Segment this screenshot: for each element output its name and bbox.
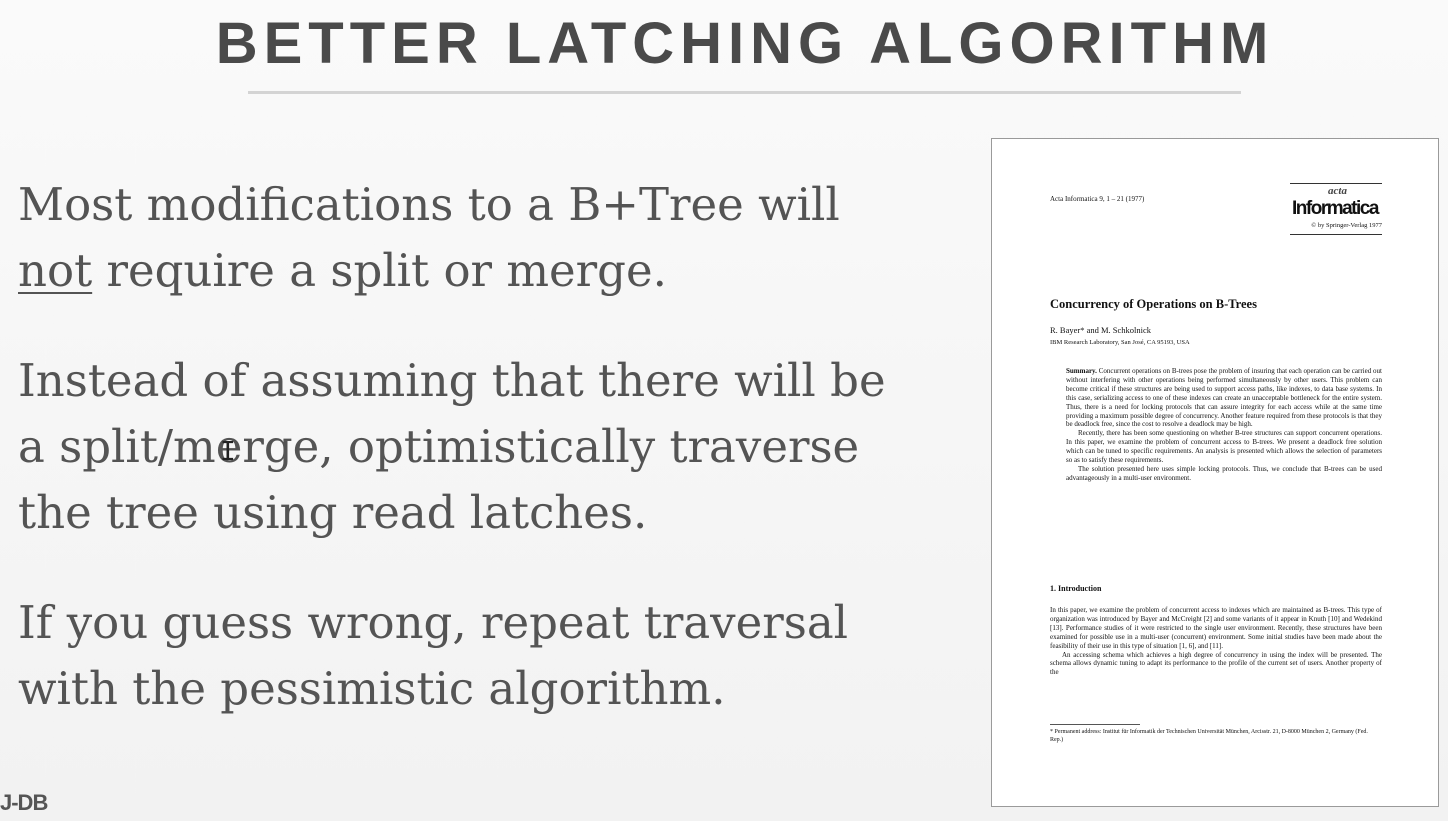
paper-section-heading: 1. Introduction bbox=[1050, 584, 1102, 593]
footnote-divider bbox=[1050, 724, 1140, 725]
bullet-paragraph-1: Most modifications to a B+Tree will not r… bbox=[18, 172, 898, 304]
journal-logo: acta Informatica © by Springer-Verlag 19… bbox=[1290, 183, 1382, 235]
bullet-paragraph-3: If you guess wrong, repeat traversal wit… bbox=[18, 596, 849, 715]
bullet-paragraph-2: Instead of assuming that there will be a… bbox=[18, 354, 886, 539]
paper-footnote: * Permanent address: Institut für Inform… bbox=[1050, 729, 1368, 743]
paragraph-1-text: Most modifications to a B+Tree will bbox=[18, 178, 840, 231]
paper-authors: R. Bayer* and M. Schkolnick bbox=[1050, 325, 1152, 335]
summary-label: Summary. bbox=[1066, 367, 1097, 375]
slide-title: BETTER LATCHING ALGORITHM bbox=[215, 11, 1275, 76]
underlined-not: not bbox=[18, 244, 93, 297]
title-divider bbox=[248, 91, 1241, 94]
paper-affiliation: IBM Research Laboratory, San José, CA 95… bbox=[1050, 339, 1190, 346]
paragraph-1-rest: require a split or merge. bbox=[92, 244, 667, 297]
paper-thumbnail: Acta Informatica 9, 1 – 21 (1977) acta I… bbox=[991, 138, 1439, 807]
intro-paragraph-1: In this paper, we examine the problem of… bbox=[1050, 606, 1382, 650]
paper-title: Concurrency of Operations on B-Trees bbox=[1050, 297, 1257, 311]
paper-copyright: © by Springer-Verlag 1977 bbox=[1311, 222, 1382, 229]
journal-logo-main: Informatica bbox=[1292, 198, 1379, 219]
paper-introduction: In this paper, we examine the problem of… bbox=[1050, 606, 1382, 677]
text-cursor-icon: I bbox=[220, 437, 236, 467]
slide: BETTER LATCHING ALGORITHM Most modificat… bbox=[0, 0, 1448, 821]
footer-logo: J-DB bbox=[0, 790, 48, 815]
paper-summary: Summary. Concurrent operations on B-tree… bbox=[1066, 367, 1382, 483]
paper-journal: Acta Informatica 9, 1 – 21 (1977) bbox=[1050, 195, 1145, 203]
summary-text-1: Concurrent operations on B-trees pose th… bbox=[1066, 367, 1382, 429]
intro-paragraph-2: An accessing schema which achieves a hig… bbox=[1050, 650, 1382, 677]
summary-paragraph-3: The solution presented here uses simple … bbox=[1066, 464, 1382, 482]
slide-body: Most modifications to a B+Tree will not r… bbox=[18, 172, 898, 766]
summary-paragraph-1: Summary. Concurrent operations on B-tree… bbox=[1066, 367, 1382, 429]
journal-logo-small: acta bbox=[1328, 185, 1347, 197]
summary-paragraph-2: Recently, there has been some questionin… bbox=[1066, 429, 1382, 465]
